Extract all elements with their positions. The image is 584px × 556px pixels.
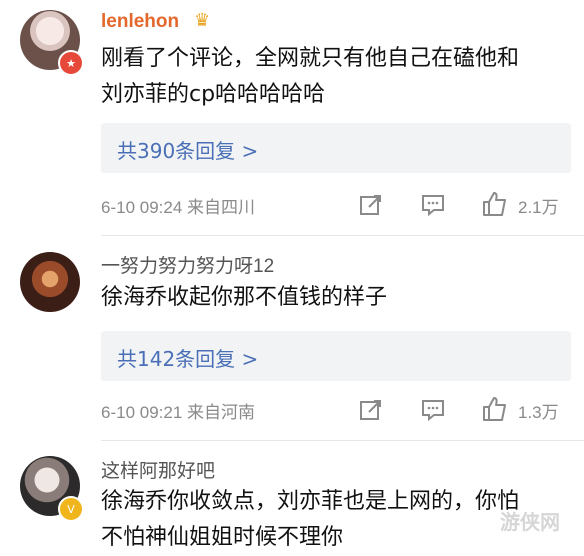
crown-icon: ♛ xyxy=(194,10,211,31)
share-icon[interactable] xyxy=(358,192,384,218)
username[interactable]: lenlehon xyxy=(101,11,179,33)
reply-thread-link[interactable]: 共142条回复 > xyxy=(101,331,571,381)
watermark: 游侠网 xyxy=(500,510,560,534)
divider xyxy=(101,235,584,236)
comment-text-line: 刘亦菲的cp哈哈哈哈哈 xyxy=(101,82,326,107)
username[interactable]: 这样阿那好吧 xyxy=(101,456,215,483)
share-icon[interactable] xyxy=(358,397,384,423)
reply-thread-link[interactable]: 共390条回复 > xyxy=(101,123,571,173)
comment-text: 徐海乔收起你那不值钱的样子 xyxy=(101,280,571,316)
reply-count: 共390条回复 > xyxy=(117,139,259,163)
verified-badge-icon: ★ xyxy=(58,50,84,76)
comment-meta: 6-10 09:21 来自河南 xyxy=(101,403,256,422)
comment-meta: 6-10 09:24 来自四川 xyxy=(101,198,256,217)
like-icon[interactable] xyxy=(481,190,509,218)
comment-text-line: 徐海乔收起你那不值钱的样子 xyxy=(101,285,388,310)
verified-v-icon: V xyxy=(58,496,84,522)
divider xyxy=(101,440,584,441)
comment-icon[interactable] xyxy=(420,192,446,218)
comment-icon[interactable] xyxy=(420,397,446,423)
reply-count: 共142条回复 > xyxy=(117,347,259,371)
username[interactable]: 一努力努力努力呀12 xyxy=(101,251,274,278)
like-count: 1.3万 xyxy=(518,403,559,422)
avatar[interactable] xyxy=(20,252,80,312)
like-icon[interactable] xyxy=(481,395,509,423)
comment-text-line: 刚看了个评论，全网就只有他自己在磕他和 xyxy=(101,46,520,71)
like-count: 2.1万 xyxy=(518,198,559,217)
comment-text: 刚看了个评论，全网就只有他自己在磕他和 刘亦菲的cp哈哈哈哈哈 xyxy=(101,41,571,113)
